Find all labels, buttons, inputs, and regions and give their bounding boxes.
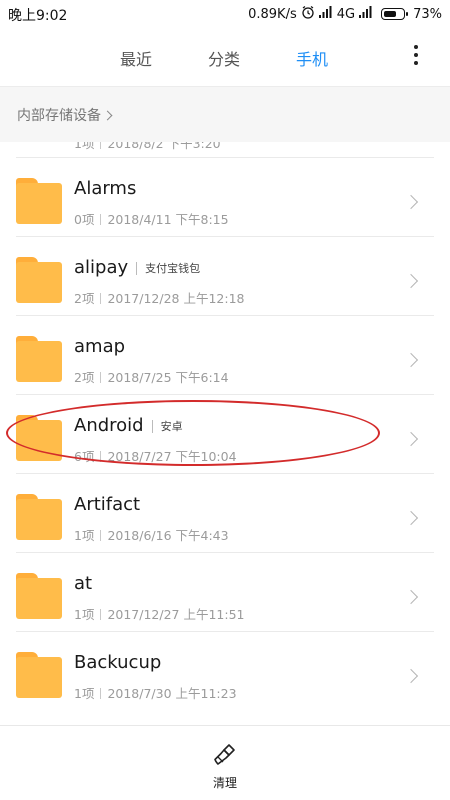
folder-name: Android 安卓 — [74, 415, 183, 436]
breadcrumb-label: 内部存储设备 — [17, 108, 101, 124]
folder-icon — [16, 257, 62, 303]
folder-name: amap — [74, 336, 126, 357]
network-speed: 0.89K/s — [248, 6, 297, 22]
folder-icon — [16, 573, 62, 619]
chevron-right-icon — [403, 510, 419, 526]
folder-list[interactable]: 1项 2018/8/2 下午3:20 Alarms 0项 2018/4/11 下午8… — [0, 142, 450, 725]
folder-meta: 1项 2018/6/16 下午4:43 — [74, 528, 229, 543]
folder-icon — [16, 415, 62, 461]
battery-icon — [381, 8, 409, 20]
battery-percent: 73% — [413, 6, 442, 22]
folder-icon — [16, 652, 62, 698]
clean-button[interactable]: 清理 — [195, 742, 255, 792]
folder-alias: 安卓 — [151, 420, 183, 433]
tab-bar: 最近 分类 手机 — [0, 28, 450, 86]
breadcrumb-bar: 内部存储设备 — [0, 86, 450, 142]
chevron-right-icon — [102, 110, 113, 121]
folder-icon — [16, 336, 62, 382]
chevron-right-icon — [403, 273, 419, 289]
bottom-bar: 清理 — [0, 725, 450, 800]
folder-name: Backucup — [74, 652, 162, 673]
more-options-icon[interactable] — [412, 45, 420, 67]
alarm-icon — [301, 5, 315, 23]
folder-alias: 支付宝钱包 — [136, 262, 201, 275]
folder-name: Artifact — [74, 494, 141, 515]
status-bar: 晚上9:02 0.89K/s 4G 73% — [0, 0, 450, 28]
folder-meta: 2项 2017/12/28 上午12:18 — [74, 291, 245, 306]
chevron-right-icon — [403, 589, 419, 605]
chevron-right-icon — [403, 431, 419, 447]
list-item[interactable]: Android 安卓 6项 2018/7/27 下午10:04 — [0, 395, 450, 474]
broom-icon — [212, 742, 238, 768]
list-item[interactable]: amap 2项 2018/7/25 下午6:14 — [0, 316, 450, 395]
folder-meta: 1项 2018/7/30 上午11:23 — [74, 686, 237, 701]
list-item[interactable]: alipay 支付宝钱包 2项 2017/12/28 上午12:18 — [0, 237, 450, 316]
folder-name: Alarms — [74, 178, 137, 199]
network-type: 4G — [336, 6, 356, 22]
tab-phone[interactable]: 手机 — [296, 46, 328, 70]
folder-icon — [16, 178, 62, 224]
list-item[interactable]: Artifact 1项 2018/6/16 下午4:43 — [0, 474, 450, 553]
tab-category[interactable]: 分类 — [208, 46, 240, 70]
folder-meta: 1项 2017/12/27 上午11:51 — [74, 607, 245, 622]
tab-recent[interactable]: 最近 — [120, 46, 152, 70]
folder-name: at — [74, 573, 93, 594]
folder-meta: 1项 2018/8/2 下午3:20 — [74, 142, 221, 152]
signal-icon — [318, 6, 333, 22]
list-item[interactable]: Alarms 0项 2018/4/11 下午8:15 — [0, 158, 450, 237]
chevron-right-icon — [403, 194, 419, 210]
signal-icon-2 — [359, 6, 373, 22]
list-item[interactable]: 1项 2018/8/2 下午3:20 — [0, 142, 450, 158]
folder-meta: 0项 2018/4/11 下午8:15 — [74, 212, 229, 227]
chevron-right-icon — [403, 352, 419, 368]
folder-icon — [16, 494, 62, 540]
list-item[interactable]: Backucup 1项 2018/7/30 上午11:23 — [0, 632, 450, 711]
chevron-right-icon — [403, 668, 419, 684]
folder-meta: 6项 2018/7/27 下午10:04 — [74, 449, 237, 464]
folder-meta: 2项 2018/7/25 下午6:14 — [74, 370, 229, 385]
folder-name: alipay 支付宝钱包 — [74, 257, 201, 278]
status-time: 晚上9:02 — [8, 8, 68, 24]
list-item[interactable]: at 1项 2017/12/27 上午11:51 — [0, 553, 450, 632]
clean-label: 清理 — [212, 776, 237, 790]
status-right: 0.89K/s 4G 73% — [248, 4, 442, 24]
breadcrumb[interactable]: 内部存储设备 — [17, 105, 113, 125]
